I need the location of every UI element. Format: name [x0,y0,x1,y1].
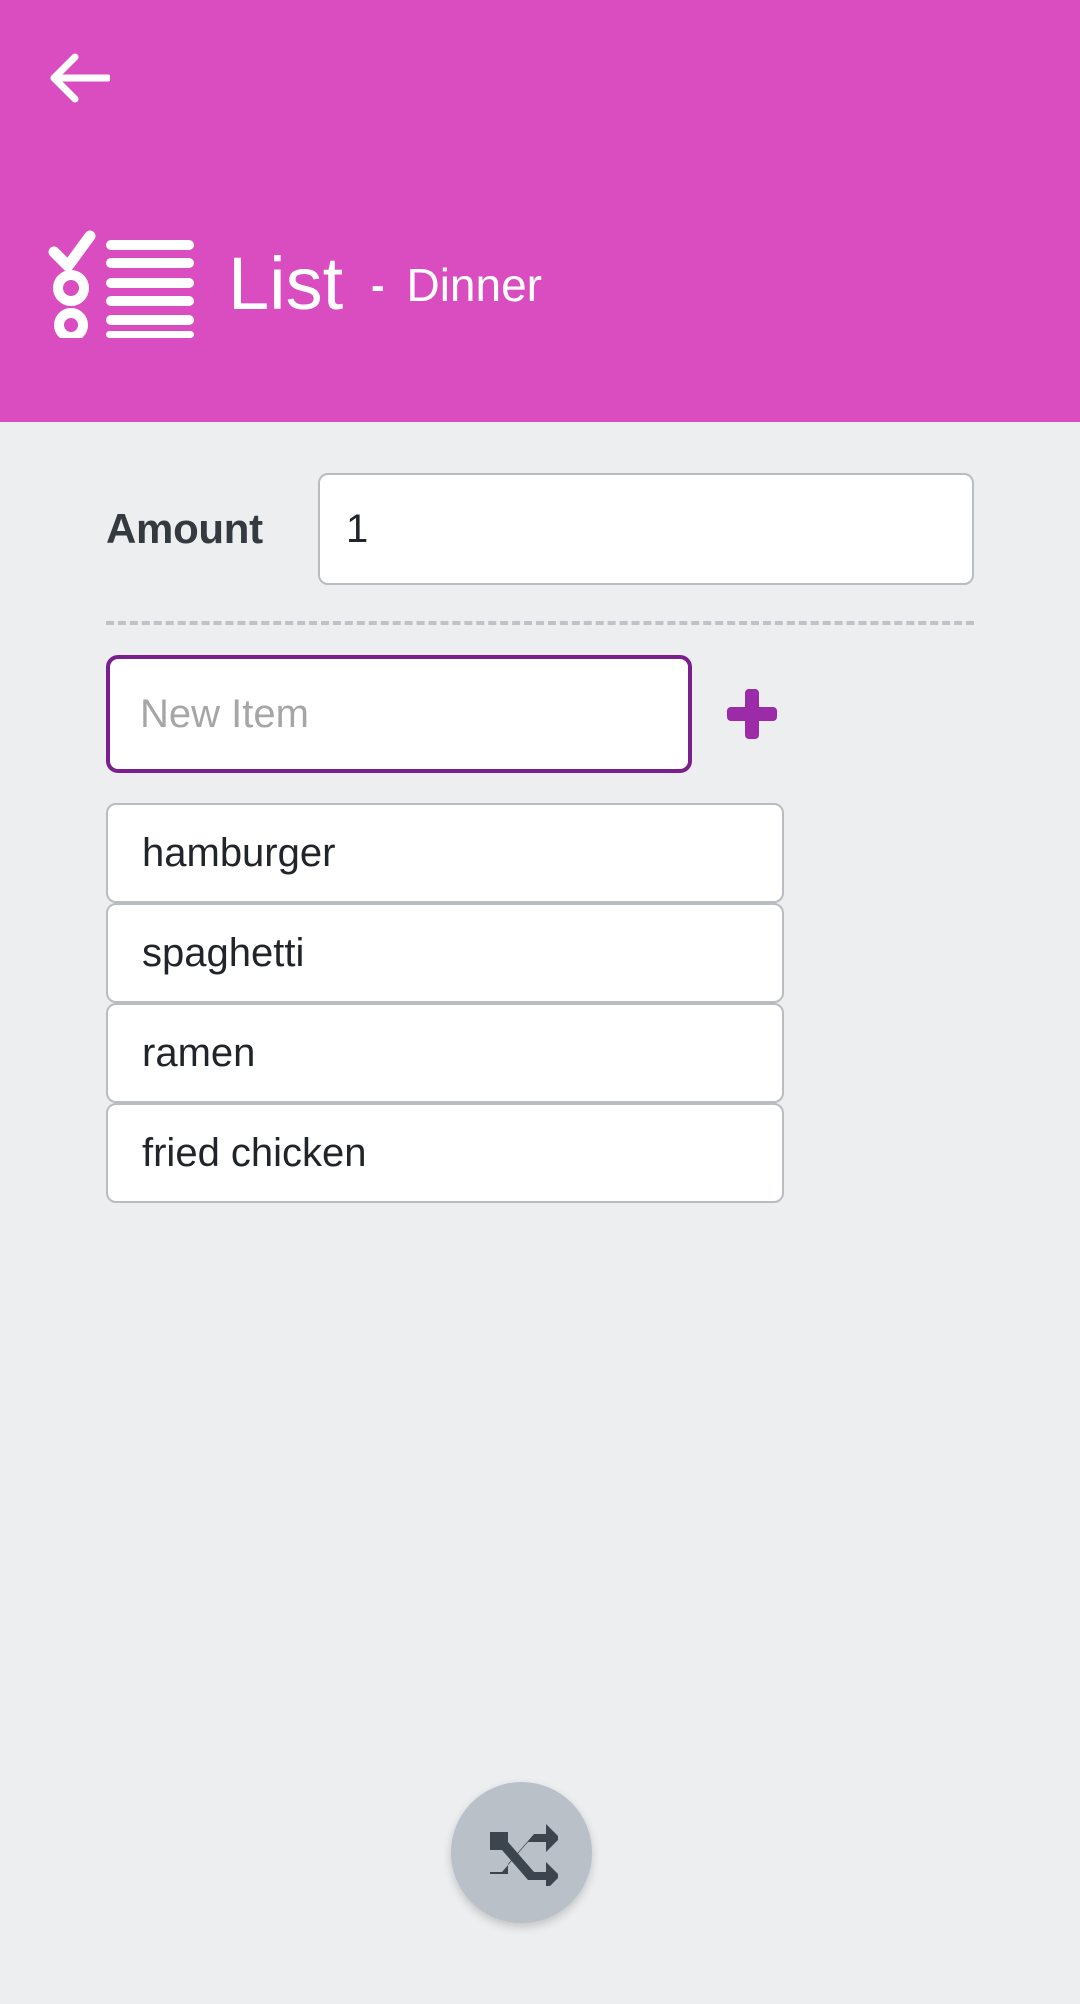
list-item[interactable]: fried chicken [106,1103,784,1203]
app-screen: List - Dinner Amount 1 New Item hamburge… [0,0,1080,2004]
list-item[interactable]: ramen [106,1003,784,1103]
shuffle-icon [486,1820,558,1886]
shuffle-button[interactable] [451,1782,592,1923]
title-row: List - Dinner [46,222,542,342]
title-separator: - [371,263,385,308]
list-item-label: ramen [142,1031,256,1075]
list-item[interactable]: hamburger [106,803,784,903]
amount-input[interactable] [318,473,974,585]
new-item-row [106,655,974,773]
list-item-label: hamburger [142,831,336,875]
plus-icon [724,686,780,742]
amount-label: Amount [106,505,263,552]
list-name: Dinner [406,259,542,311]
section-divider [106,621,974,625]
app-header: List - Dinner [0,0,1080,422]
amount-row: Amount [106,470,974,588]
list-item[interactable]: spaghetti [106,903,784,1003]
add-item-button[interactable] [692,655,812,773]
back-button[interactable] [48,44,128,112]
new-item-input[interactable] [106,655,692,773]
page-title: List [228,242,344,325]
item-list: hamburger spaghetti ramen fried chicken [106,803,784,1203]
content-area: Amount hamburger spaghetti [0,422,1080,2004]
list-item-label: spaghetti [142,931,305,975]
list-item-label: fried chicken [142,1131,367,1175]
arrow-left-icon [48,52,110,104]
checklist-icon [46,226,196,338]
